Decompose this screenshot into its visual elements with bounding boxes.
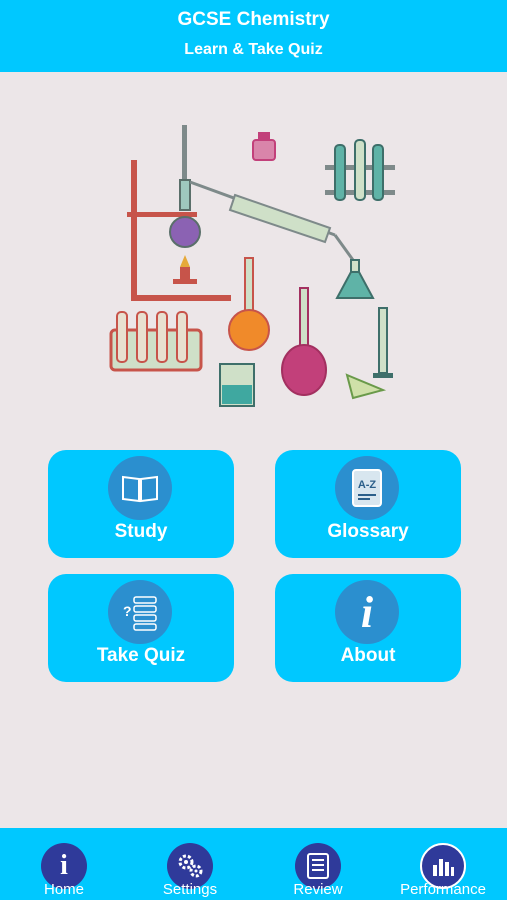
app-header: GCSE Chemistry Learn & Take Quiz xyxy=(0,0,507,72)
take-quiz-label: Take Quiz xyxy=(96,645,186,666)
pink-flask xyxy=(281,287,327,396)
tab-settings-label: Settings xyxy=(162,881,218,898)
tab-settings[interactable]: Settings xyxy=(135,828,245,900)
funnel xyxy=(345,373,387,400)
chemistry-lab-illustration xyxy=(109,125,395,407)
conical-flask xyxy=(335,259,375,299)
tab-performance[interactable]: Performance xyxy=(388,828,498,900)
open-book-icon xyxy=(108,456,172,520)
app-subtitle: Learn & Take Quiz xyxy=(184,41,323,58)
about-button[interactable]: i About xyxy=(275,574,461,682)
tab-home[interactable]: i Home xyxy=(9,828,119,900)
test-tube-rack-top xyxy=(325,139,395,201)
small-bottle xyxy=(252,132,276,161)
study-label: Study xyxy=(114,521,168,542)
bottom-tab-bar: i Home Settings Review Performance xyxy=(0,828,507,900)
svg-text:?: ? xyxy=(123,603,132,619)
glossary-button[interactable]: A-Z Glossary xyxy=(275,450,461,558)
about-label: About xyxy=(340,645,396,666)
glossary-label: Glossary xyxy=(327,521,409,542)
study-button[interactable]: Study xyxy=(48,450,234,558)
graduated-cylinder xyxy=(373,307,393,378)
quiz-list-icon: ? xyxy=(108,580,172,644)
app-title: GCSE Chemistry xyxy=(177,9,330,30)
beaker xyxy=(219,363,255,407)
test-tube-rack-bottom xyxy=(109,311,203,372)
tab-review-label: Review xyxy=(293,881,343,898)
tab-review[interactable]: Review xyxy=(263,828,373,900)
bunsen-burner xyxy=(173,255,197,284)
orange-flask xyxy=(228,257,270,351)
svg-text:A-Z: A-Z xyxy=(358,479,377,491)
tab-home-label: Home xyxy=(43,881,84,898)
tab-performance-label: Performance xyxy=(400,881,486,898)
info-icon: i xyxy=(335,580,399,644)
a-z-dictionary-icon: A-Z xyxy=(335,456,399,520)
take-quiz-button[interactable]: ? Take Quiz xyxy=(48,574,234,682)
